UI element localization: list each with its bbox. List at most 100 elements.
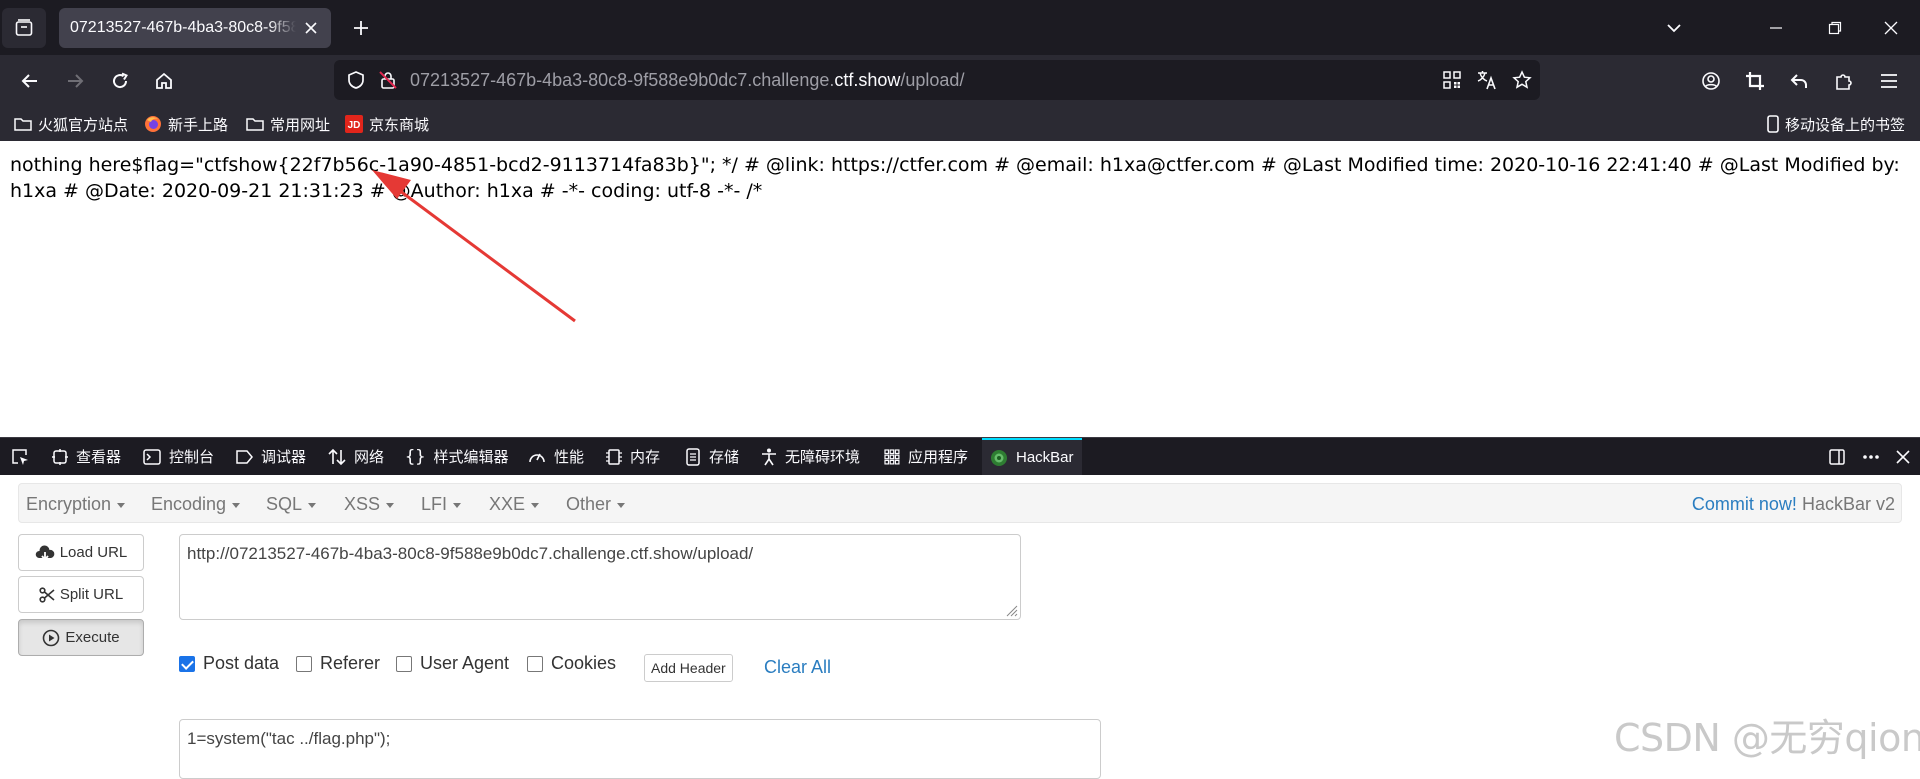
post-data-option[interactable]: Post data [179,653,279,674]
dock-side-icon[interactable] [1827,447,1847,467]
close-window-button[interactable] [1871,8,1911,48]
tab-close-icon[interactable] [301,18,321,38]
bookmark-label: 火狐官方站点 [38,116,129,134]
restore-button[interactable] [1815,8,1855,48]
load-url-button[interactable]: Load URL [18,534,144,571]
bookmark-label: 京东商城 [369,116,430,134]
devtools-tab-debugger[interactable]: 调试器 [235,438,306,475]
url-textarea[interactable]: http://07213527-467b-4ba3-80c8-9f588e9b0… [179,534,1021,620]
bookmark-firefox-official[interactable]: 火狐官方站点 [14,112,128,136]
accessibility-icon [762,448,776,465]
browser-tab-active[interactable]: 07213527-467b-4ba3-80c8-9f588e9b0dc7.cha… [59,8,331,48]
bookmark-getting-started[interactable]: 新手上路 [144,112,228,136]
menu-xxe[interactable]: XXE [489,494,540,515]
puzzle-icon [1836,74,1852,90]
post-data-textarea[interactable]: 1=system("tac ../flag.php"); [179,719,1101,779]
minimize-button[interactable] [1756,8,1796,48]
reload-button[interactable] [100,61,140,101]
scissors-icon [39,586,55,603]
split-url-button[interactable]: Split URL [18,576,144,613]
translate-icon[interactable] [1475,68,1499,92]
insecure-lock-icon[interactable] [376,68,400,92]
restore-icon [1828,21,1842,35]
list-all-tabs-button[interactable] [1654,8,1694,48]
extensions-button[interactable] [1824,61,1864,101]
resize-grip-icon[interactable] [1004,603,1018,617]
user-agent-checkbox[interactable] [396,655,412,672]
bookmark-common-sites[interactable]: 常用网址 [246,112,330,136]
bookmark-jd[interactable]: JD 京东商城 [345,112,429,136]
devtools-tab-hackbar[interactable]: HackBar [982,438,1082,475]
devtools-tab-label: 存储 [709,449,740,466]
account-icon [1702,72,1720,90]
element-picker-icon[interactable] [10,447,30,467]
commit-now-link[interactable]: Commit now! [1692,494,1797,514]
devtools-tab-console[interactable]: 控制台 [143,438,214,475]
referer-checkbox[interactable] [296,655,312,672]
devtools-tab-style-editor[interactable]: {} 样式编辑器 [405,438,509,475]
screenshot-button[interactable] [1735,61,1775,101]
devtools-tab-storage[interactable]: 存储 [685,438,739,475]
menu-lfi[interactable]: LFI [421,494,462,515]
devtools-toolbar: 查看器 控制台 调试器 网络 {} 样式编辑器 性能 内存 存储 无障碍环境 应… [0,437,1920,475]
undo-button[interactable] [1779,61,1819,101]
user-agent-label: User Agent [420,653,510,673]
menu-label: Encryption [26,494,112,514]
referer-option[interactable]: Referer [296,653,380,674]
url-bar[interactable]: 07213527-467b-4ba3-80c8-9f588e9b0dc7.cha… [334,60,1540,100]
cookies-checkbox[interactable] [527,655,543,672]
menu-sql[interactable]: SQL [266,494,317,515]
network-icon [328,448,346,465]
bookmark-star-icon[interactable] [1510,68,1534,92]
tab-strip: 07213527-467b-4ba3-80c8-9f588e9b0dc7.cha… [0,0,1920,55]
url-host: ctf.show [834,70,901,90]
qr-code-icon[interactable] [1440,68,1464,92]
referer-label: Referer [320,653,381,673]
devtools-tab-application[interactable]: 应用程序 [884,438,968,475]
shield-icon[interactable] [344,68,368,92]
add-header-button[interactable]: Add Header [644,654,733,682]
devtools-tab-accessibility[interactable]: 无障碍环境 [761,438,860,475]
menu-encoding[interactable]: Encoding [151,494,241,515]
post-data-checkbox[interactable] [179,655,195,672]
menu-button[interactable] [1869,61,1909,101]
devtools-tab-label: 应用程序 [908,449,969,466]
home-button[interactable] [144,61,184,101]
more-options-icon[interactable] [1861,447,1881,467]
hackbar-version: Commit now! HackBar v2 [1692,494,1895,515]
bookmark-mobile[interactable]: 移动设备上的书签 [1767,112,1905,136]
account-button[interactable] [1691,61,1731,101]
devtools-tab-memory[interactable]: 内存 [606,438,660,475]
tab-list-button[interactable] [2,8,46,48]
tab-title: 07213527-467b-4ba3-80c8-9f588e9b0dc7.cha… [70,19,296,36]
forward-button[interactable] [55,61,95,101]
page-body-text: nothing here$flag="ctfshow{22f7b56c-1a90… [10,154,1900,202]
devtools-tab-label: 样式编辑器 [433,449,509,466]
bookmark-label: 新手上路 [168,116,229,134]
cookies-option[interactable]: Cookies [527,653,616,674]
close-devtools-icon[interactable] [1893,447,1913,467]
devtools-tab-network[interactable]: 网络 [328,438,384,475]
devtools-tab-label: 调试器 [261,449,307,466]
execute-button[interactable]: Execute [18,619,144,656]
back-button[interactable] [10,61,50,101]
menu-other[interactable]: Other [566,494,626,515]
new-tab-button[interactable] [345,12,377,44]
menu-xss[interactable]: XSS [344,494,395,515]
chevron-down-icon [1667,24,1681,33]
devtools-tab-label: 网络 [354,449,385,466]
devtools-tab-performance[interactable]: 性能 [528,438,584,475]
clear-all-link[interactable]: Clear All [764,657,831,678]
menu-encryption[interactable]: Encryption [26,494,126,515]
bookmark-label: 移动设备上的书签 [1785,116,1906,134]
devtools-tab-label: 控制台 [169,449,215,466]
mobile-icon [1767,115,1779,133]
caret-down-icon [453,502,462,508]
user-agent-option[interactable]: User Agent [396,653,509,674]
hackbar-menu-bar: Encryption Encoding SQL XSS LFI XXE Othe… [18,483,1902,523]
cloud-download-icon [35,544,55,561]
url-textarea-value: http://07213527-467b-4ba3-80c8-9f588e9b0… [187,544,754,563]
devtools-tab-inspector[interactable]: 查看器 [52,438,121,475]
url-text[interactable]: 07213527-467b-4ba3-80c8-9f588e9b0dc7.cha… [410,70,964,91]
performance-icon [529,453,545,462]
